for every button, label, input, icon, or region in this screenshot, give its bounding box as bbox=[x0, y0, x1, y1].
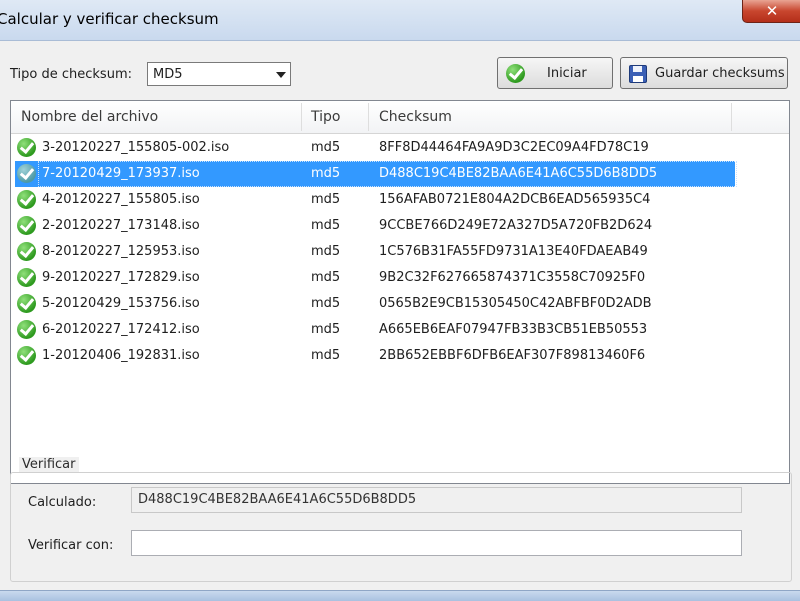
verify-group-title: Verificar bbox=[19, 457, 79, 472]
table-row[interactable]: 4-20120227_155805.iso md5 156AFAB0721E80… bbox=[15, 187, 735, 213]
save-checksums-button[interactable]: Guardar checksums bbox=[620, 57, 788, 89]
file-checksum: D488C19C4BE82BAA6E41A6C55D6B8DD5 bbox=[379, 166, 658, 181]
table-row[interactable]: 1-20120406_192831.iso md5 2BB652EBBF6DFB… bbox=[15, 343, 735, 369]
check-circle-icon bbox=[17, 190, 36, 209]
file-type: md5 bbox=[311, 166, 341, 181]
calculated-label: Calculado: bbox=[28, 495, 97, 510]
column-header-checksum[interactable]: Checksum bbox=[379, 101, 452, 133]
checksum-type-value: MD5 bbox=[153, 67, 183, 82]
check-circle-icon bbox=[17, 320, 36, 339]
chevron-down-icon bbox=[276, 72, 286, 78]
check-circle-icon bbox=[17, 294, 36, 313]
file-checksum: 156AFAB0721E804A2DCB6EAD565935C4 bbox=[379, 192, 651, 207]
check-circle-icon bbox=[17, 346, 36, 365]
file-checksum: 9B2C32F627665874371C3558C70925F0 bbox=[379, 270, 646, 285]
verify-with-field[interactable] bbox=[131, 530, 742, 556]
window-title: Calcular y verificar checksum bbox=[0, 10, 219, 28]
column-divider[interactable] bbox=[301, 103, 302, 131]
file-name: 8-20120227_125953.iso bbox=[42, 244, 200, 259]
table-row[interactable]: 2-20120227_173148.iso md5 9CCBE766D249E7… bbox=[15, 213, 735, 239]
calculated-field[interactable]: D488C19C4BE82BAA6E41A6C55D6B8DD5 bbox=[131, 487, 742, 513]
file-type: md5 bbox=[311, 218, 341, 233]
file-checksum: 1C576B31FA55FD9731A13E40FDAEAB49 bbox=[379, 244, 648, 259]
start-button[interactable]: Iniciar bbox=[497, 57, 613, 89]
close-icon: ✕ bbox=[765, 2, 779, 20]
file-type: md5 bbox=[311, 296, 341, 311]
list-header: Nombre del archivo Tipo Checksum bbox=[11, 101, 789, 134]
floppy-disk-icon bbox=[629, 65, 647, 83]
file-type: md5 bbox=[311, 270, 341, 285]
column-divider[interactable] bbox=[731, 103, 732, 131]
checksum-type-label: Tipo de checksum: bbox=[10, 67, 132, 82]
check-circle-icon bbox=[17, 242, 36, 261]
file-type: md5 bbox=[311, 192, 341, 207]
column-header-type[interactable]: Tipo bbox=[311, 101, 340, 133]
dialog-body: Tipo de checksum: MD5 Iniciar Guardar ch… bbox=[0, 41, 800, 590]
check-circle-icon bbox=[17, 138, 36, 157]
file-checksum: 0565B2E9CB15305450C42ABFBF0D2ADB bbox=[379, 296, 652, 311]
file-list[interactable]: Nombre del archivo Tipo Checksum 3-20120… bbox=[10, 100, 790, 484]
file-name: 5-20120429_153756.iso bbox=[42, 296, 200, 311]
file-name: 9-20120227_172829.iso bbox=[42, 270, 200, 285]
table-row[interactable]: 9-20120227_172829.iso md5 9B2C32F6276658… bbox=[15, 265, 735, 291]
file-name: 2-20120227_173148.iso bbox=[42, 218, 200, 233]
check-circle-icon bbox=[17, 164, 36, 183]
file-checksum: 2BB652EBBF6DFB6EAF307F89813460F6 bbox=[379, 348, 646, 363]
file-type: md5 bbox=[311, 322, 341, 337]
check-circle-icon bbox=[506, 64, 525, 83]
file-type: md5 bbox=[311, 348, 341, 363]
column-header-filename[interactable]: Nombre del archivo bbox=[21, 101, 158, 133]
verify-with-input[interactable] bbox=[132, 531, 741, 555]
table-row[interactable]: 5-20120429_153756.iso md5 0565B2E9CB1530… bbox=[15, 291, 735, 317]
table-row-selected[interactable]: 7-20120429_173937.iso md5 D488C19C4BE82B… bbox=[15, 161, 737, 187]
file-name: 3-20120227_155805-002.iso bbox=[42, 140, 230, 155]
file-checksum: A665EB6EAF07947FB33B3CB51EB50553 bbox=[379, 322, 648, 337]
check-circle-icon bbox=[17, 268, 36, 287]
verify-with-label: Verificar con: bbox=[28, 538, 114, 553]
file-name: 1-20120406_192831.iso bbox=[42, 348, 200, 363]
title-bar: Calcular y verificar checksum ✕ bbox=[0, 0, 800, 41]
checksum-type-select[interactable]: MD5 bbox=[147, 62, 291, 86]
table-row[interactable]: 6-20120227_172412.iso md5 A665EB6EAF0794… bbox=[15, 317, 735, 343]
column-divider[interactable] bbox=[368, 103, 369, 131]
close-button[interactable]: ✕ bbox=[742, 0, 800, 23]
file-type: md5 bbox=[311, 140, 341, 155]
save-checksums-label: Guardar checksums bbox=[655, 66, 785, 81]
window-bottom-edge bbox=[0, 590, 800, 601]
file-name: 7-20120429_173937.iso bbox=[42, 166, 200, 181]
file-name: 6-20120227_172412.iso bbox=[42, 322, 200, 337]
start-button-label: Iniciar bbox=[547, 66, 587, 81]
calculated-value: D488C19C4BE82BAA6E41A6C55D6B8DD5 bbox=[138, 492, 417, 507]
check-circle-icon bbox=[17, 216, 36, 235]
table-row[interactable]: 8-20120227_125953.iso md5 1C576B31FA55FD… bbox=[15, 239, 735, 265]
file-type: md5 bbox=[311, 244, 341, 259]
file-checksum: 8FF8D44464FA9A9D3C2EC09A4FD78C19 bbox=[379, 140, 649, 155]
table-row[interactable]: 3-20120227_155805-002.iso md5 8FF8D44464… bbox=[15, 135, 735, 161]
file-name: 4-20120227_155805.iso bbox=[42, 192, 200, 207]
file-checksum: 9CCBE766D249E72A327D5A720FB2D624 bbox=[379, 218, 653, 233]
